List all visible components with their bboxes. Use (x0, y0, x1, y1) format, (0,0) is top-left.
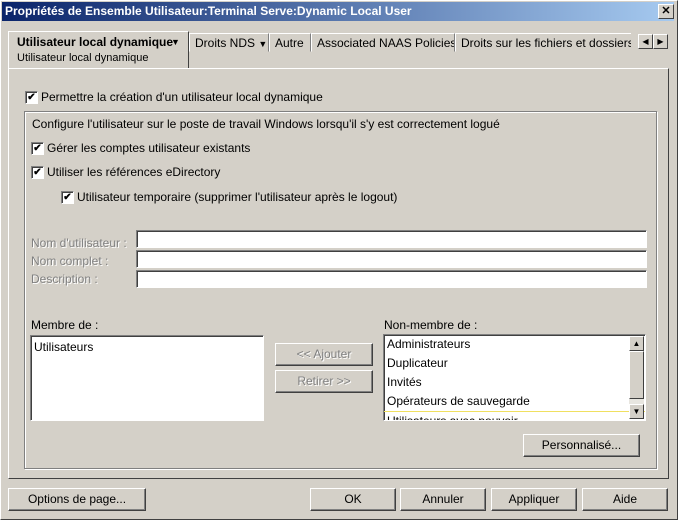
chevron-down-icon[interactable]: ▼ (171, 37, 180, 47)
fullname-input[interactable] (136, 250, 647, 268)
member-of-label: Membre de : (31, 318, 99, 332)
username-label: Nom d'utilisateur : (31, 236, 127, 250)
tab-label: Droits NDS (195, 36, 256, 50)
fullname-label: Nom complet : (31, 254, 109, 268)
chevron-down-icon: ▼ (258, 39, 268, 49)
description-input[interactable] (136, 270, 647, 288)
scroll-down-icon[interactable]: ▼ (629, 404, 644, 419)
sub-tab-utilisateur-local-dynamique[interactable]: Utilisateur local dynamique (17, 52, 148, 64)
scrollbar[interactable]: ▲ ▼ (629, 336, 644, 419)
tab-label: Utilisateur local dynamique (17, 35, 174, 49)
manage-accounts-checkbox[interactable]: ✔ (31, 142, 44, 155)
list-item[interactable]: Administrateurs (384, 335, 645, 354)
cancel-button[interactable]: Annuler (400, 488, 486, 511)
list-item[interactable]: Utilisateurs (31, 338, 263, 357)
list-item[interactable]: Utilisateurs avec pouvoir (384, 412, 645, 420)
customize-button[interactable]: Personnalisé... (523, 434, 640, 457)
remove-button[interactable]: Retirer >> (275, 370, 373, 393)
scroll-up-icon[interactable]: ▲ (629, 336, 644, 351)
ok-button[interactable]: OK (310, 488, 396, 511)
close-button[interactable]: ✕ (658, 4, 674, 19)
edirectory-checkbox[interactable]: ✔ (31, 166, 44, 179)
enable-checkbox[interactable]: ✔ (25, 91, 38, 104)
tab-autre[interactable]: Autre (269, 33, 311, 52)
configure-text: Configure l'utilisateur sur le poste de … (32, 117, 500, 131)
description-label: Description : (31, 272, 98, 286)
enable-label: Permettre la création d'un utilisateur l… (41, 90, 323, 104)
list-item[interactable]: Opérateurs de sauvegarde (384, 392, 645, 412)
add-button[interactable]: << Ajouter (275, 343, 373, 366)
page-options-button[interactable]: Options de page... (8, 488, 146, 511)
list-item[interactable]: Invités (384, 373, 645, 392)
tab-utilisateur-local-dynamique[interactable]: Utilisateur local dynamique ▼ Utilisateu… (8, 31, 189, 69)
title-bar: Propriétés de Ensemble Utilisateur:Termi… (2, 2, 674, 21)
tab-scroll-left-button[interactable]: ◀ (638, 34, 653, 49)
manage-accounts-label: Gérer les comptes utilisateur existants (47, 141, 251, 155)
scroll-thumb[interactable] (629, 351, 644, 399)
temporary-user-checkbox[interactable]: ✔ (61, 191, 74, 204)
tab-droits-nds[interactable]: Droits NDS ▼ (189, 33, 269, 52)
username-input[interactable] (136, 230, 647, 248)
window-title: Propriétés de Ensemble Utilisateur:Termi… (5, 4, 412, 18)
member-of-list[interactable]: Utilisateurs (30, 335, 264, 421)
non-member-of-list[interactable]: Administrateurs Duplicateur Invités Opér… (383, 334, 646, 421)
tab-scroll-right-button[interactable]: ▶ (653, 34, 668, 49)
tab-droits-fichiers-dossiers[interactable]: Droits sur les fichiers et dossiers (455, 33, 631, 52)
edirectory-label: Utiliser les références eDirectory (47, 165, 221, 179)
help-button[interactable]: Aide (582, 488, 668, 511)
list-item[interactable]: Duplicateur (384, 354, 645, 373)
apply-button[interactable]: Appliquer (491, 488, 577, 511)
tab-associated-naas-policies[interactable]: Associated NAAS Policies (311, 33, 455, 52)
temporary-user-label: Utilisateur temporaire (supprimer l'util… (77, 190, 398, 204)
non-member-of-label: Non-membre de : (384, 318, 478, 332)
